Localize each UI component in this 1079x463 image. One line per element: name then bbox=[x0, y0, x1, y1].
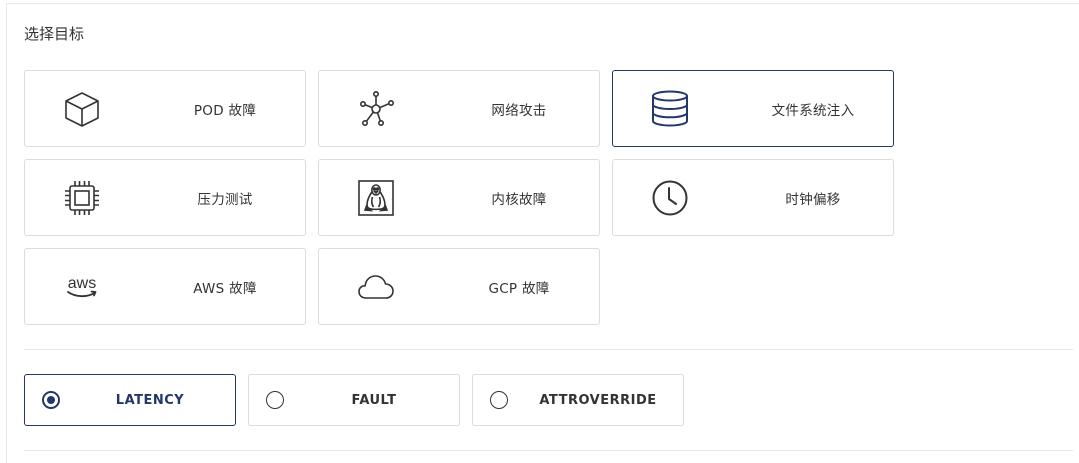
database-icon bbox=[650, 90, 690, 128]
aws-logo-icon: aws bbox=[62, 268, 102, 306]
mode-label-attroverride: ATTROVERRIDE bbox=[539, 392, 657, 408]
target-label-stress: 压力测试 bbox=[197, 191, 253, 208]
target-card-gcp[interactable]: GCP 故障 bbox=[318, 248, 600, 325]
section-title: 选择目标 bbox=[24, 25, 85, 43]
cube-icon bbox=[62, 90, 102, 128]
target-label-gcp: GCP 故障 bbox=[488, 280, 550, 297]
mode-option-fault[interactable]: FAULT bbox=[248, 374, 460, 426]
target-label-aws: AWS 故障 bbox=[193, 280, 257, 297]
bottom-divider bbox=[24, 450, 1073, 451]
cloud-icon bbox=[356, 268, 396, 306]
radio-button[interactable] bbox=[266, 391, 284, 409]
mode-option-latency[interactable]: LATENCY bbox=[24, 374, 236, 426]
svg-text:aws: aws bbox=[68, 275, 96, 292]
section-divider bbox=[24, 349, 1073, 350]
target-card-kernel[interactable]: 内核故障 bbox=[318, 159, 600, 236]
target-label-network: 网络攻击 bbox=[491, 102, 547, 119]
target-card-aws[interactable]: aws AWS 故障 bbox=[24, 248, 306, 325]
mode-option-attroverride[interactable]: ATTROVERRIDE bbox=[472, 374, 684, 426]
target-label-filesystem: 文件系统注入 bbox=[771, 102, 855, 119]
target-card-stress[interactable]: 压力测试 bbox=[24, 159, 306, 236]
target-label-clock: 时钟偏移 bbox=[785, 191, 841, 208]
cpu-chip-icon bbox=[62, 179, 102, 217]
target-card-network[interactable]: 网络攻击 bbox=[318, 70, 600, 147]
radio-selected-dot bbox=[47, 396, 55, 404]
target-label-kernel: 内核故障 bbox=[491, 191, 547, 208]
radio-button[interactable] bbox=[42, 391, 60, 409]
mode-label-fault: FAULT bbox=[351, 392, 397, 408]
target-label-pod: POD 故障 bbox=[193, 102, 257, 119]
target-card-pod[interactable]: POD 故障 bbox=[24, 70, 306, 147]
target-card-clock[interactable]: 时钟偏移 bbox=[612, 159, 894, 236]
mode-label-latency: LATENCY bbox=[115, 392, 185, 408]
linux-penguin-icon bbox=[356, 179, 396, 217]
target-card-filesystem[interactable]: 文件系统注入 bbox=[612, 70, 894, 147]
radio-button[interactable] bbox=[490, 391, 508, 409]
clock-icon bbox=[650, 179, 690, 217]
network-icon bbox=[356, 90, 396, 128]
